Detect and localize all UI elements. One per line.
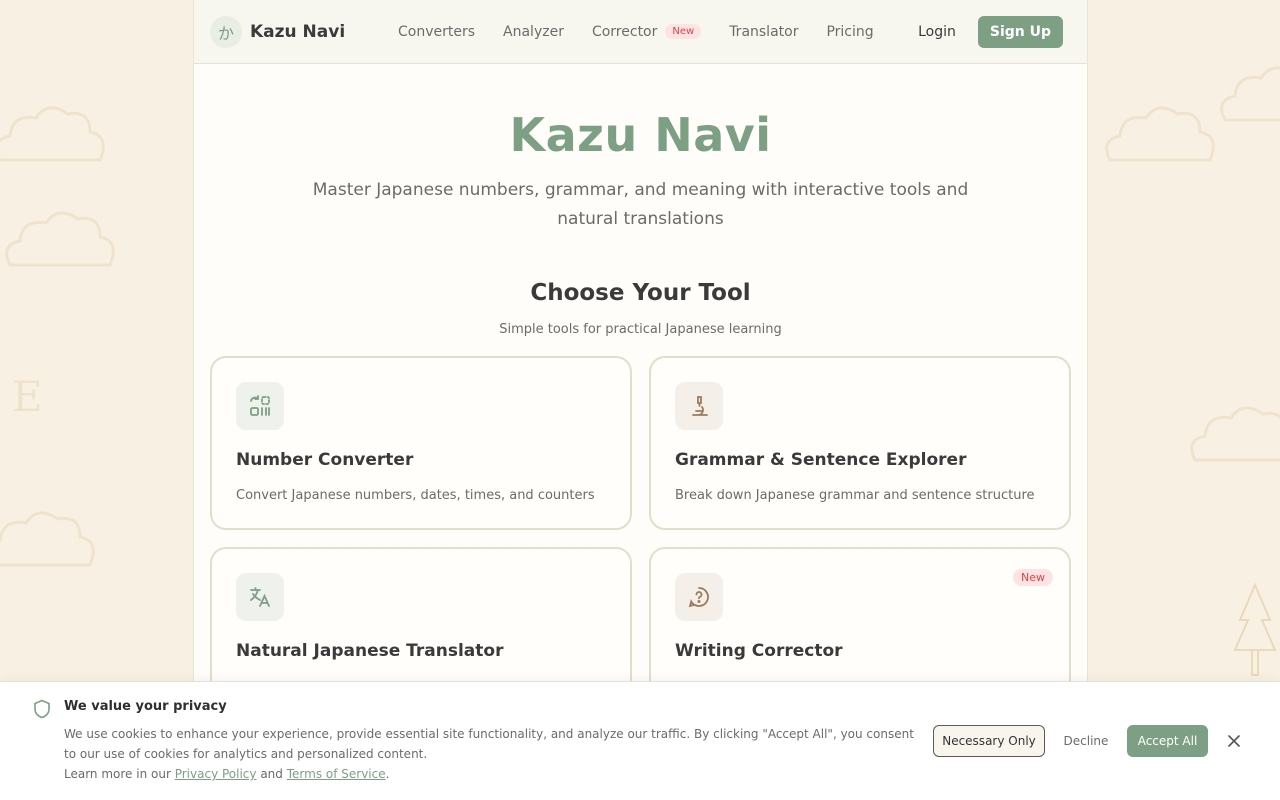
hero-section: Kazu Navi Master Japanese numbers, gramm… xyxy=(194,64,1087,337)
nav-link-translator[interactable]: Translator xyxy=(729,24,798,40)
cookie-text: We use cookies to enhance your experienc… xyxy=(64,727,914,761)
nav-link-analyzer[interactable]: Analyzer xyxy=(503,24,564,40)
accept-all-button[interactable]: Accept All xyxy=(1127,725,1208,757)
cloud-icon xyxy=(0,511,95,567)
cloud-icon xyxy=(5,211,115,267)
learn-more-text: Learn more in our xyxy=(64,767,171,781)
card-description: Convert Japanese numbers, dates, times, … xyxy=(236,488,595,503)
new-badge: New xyxy=(665,24,702,39)
nav-link-corrector[interactable]: Corrector New xyxy=(591,23,702,40)
hero-subtitle: Master Japanese numbers, grammar, and me… xyxy=(312,180,969,229)
background-letter: E xyxy=(12,372,43,421)
tools-heading: Choose Your Tool xyxy=(530,280,751,306)
decline-button[interactable]: Decline xyxy=(1054,725,1118,757)
privacy-policy-link[interactable]: Privacy Policy xyxy=(175,767,257,781)
microscope-icon xyxy=(675,382,723,430)
brand-name: Kazu Navi xyxy=(250,21,346,42)
brand[interactable]: か Kazu Navi xyxy=(210,15,400,48)
card-title: Number Converter xyxy=(236,450,414,470)
tool-grid: Number Converter Convert Japanese number… xyxy=(210,356,1071,721)
cloud-icon xyxy=(1105,106,1215,162)
card-description: Break down Japanese grammar and sentence… xyxy=(675,488,1035,503)
necessary-only-button[interactable]: Necessary Only xyxy=(933,725,1045,757)
period-text: . xyxy=(385,767,390,781)
cookie-title: We value your privacy xyxy=(64,699,227,714)
cloud-icon xyxy=(1190,406,1280,462)
card-title: Writing Corrector xyxy=(675,641,843,661)
login-link[interactable]: Login xyxy=(918,24,956,40)
card-title: Natural Japanese Translator xyxy=(236,641,504,661)
tools-subheading: Simple tools for practical Japanese lear… xyxy=(499,322,782,337)
cookie-links: Learn more in our Privacy Policy and Ter… xyxy=(64,767,389,781)
logo-icon: か xyxy=(210,15,242,48)
translate-icon xyxy=(236,573,284,621)
tool-card-number-converter[interactable]: Number Converter Convert Japanese number… xyxy=(210,356,632,530)
top-navbar: か Kazu Navi Converters Analyzer Correcto… xyxy=(194,0,1087,64)
and-text: and xyxy=(260,767,283,781)
nav-link-label: Corrector xyxy=(591,23,658,40)
new-badge: New xyxy=(1013,569,1053,586)
tree-icon xyxy=(1233,582,1277,676)
terms-of-service-link[interactable]: Terms of Service xyxy=(287,767,386,781)
signup-button[interactable]: Sign Up xyxy=(977,15,1063,48)
convert-icon xyxy=(236,382,284,430)
nav-links: Converters Analyzer Corrector New Transl… xyxy=(398,24,918,40)
shield-icon xyxy=(34,699,50,719)
hero-title: Kazu Navi xyxy=(509,108,772,162)
cloud-icon xyxy=(1220,66,1280,122)
cloud-icon xyxy=(0,106,105,162)
card-title: Grammar & Sentence Explorer xyxy=(675,450,967,470)
tool-card-grammar-explorer[interactable]: Grammar & Sentence Explorer Break down J… xyxy=(649,356,1071,530)
nav-link-pricing[interactable]: Pricing xyxy=(826,24,873,40)
main-column: か Kazu Navi Converters Analyzer Correcto… xyxy=(193,0,1088,800)
help-bubble-icon xyxy=(675,573,723,621)
nav-link-converters[interactable]: Converters xyxy=(398,24,475,40)
close-icon[interactable] xyxy=(1222,729,1246,753)
